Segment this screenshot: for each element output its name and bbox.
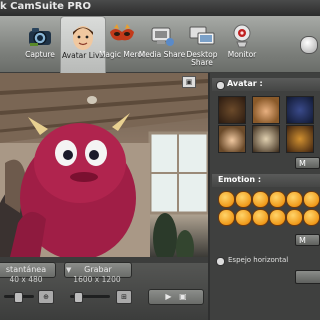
tab-capture[interactable]: Capture (18, 16, 62, 72)
emotion-icon[interactable] (269, 209, 286, 226)
fit-button[interactable]: ⊕ (38, 290, 54, 304)
title-bar: k CamSuite PRO (0, 0, 320, 16)
record-resolution: 1600 x 1200 (73, 275, 121, 284)
avatar-thumbnail[interactable] (286, 125, 314, 153)
brightness-slider-knob[interactable] (74, 292, 83, 303)
mirror-checkbox[interactable] (216, 257, 225, 266)
emotion-icon[interactable] (269, 191, 286, 208)
video-options-icon[interactable]: ▣ (182, 76, 196, 88)
avatar-grid (216, 94, 320, 156)
emotion-section-title: Emotion : (218, 175, 262, 184)
emotion-icon[interactable] (303, 191, 320, 208)
panel-action-button[interactable] (295, 270, 320, 284)
desktop-share-icon (189, 26, 215, 45)
tab-monitor-label: Monitor (227, 50, 257, 59)
webcam-monitor-icon (233, 24, 251, 48)
video-preview[interactable] (0, 73, 208, 257)
emotion-icon[interactable] (218, 191, 235, 208)
avatar-thumbnail[interactable] (252, 96, 280, 124)
emotion-icon[interactable] (218, 209, 235, 226)
avatar-radio[interactable] (216, 81, 225, 90)
playback-controls[interactable]: ▶ ▣ (148, 289, 204, 305)
main-toolbar: Capture Avatar Live Magic Meror Media Sh… (0, 16, 320, 73)
window-title: k CamSuite PRO (0, 1, 91, 12)
more-avatars-button[interactable]: M (295, 157, 320, 169)
adjust-button[interactable]: ⊞ (116, 290, 132, 304)
avatar-section-title: Avatar : (227, 79, 263, 88)
tab-monitor[interactable]: Monitor (220, 16, 264, 72)
mask-icon (110, 24, 134, 41)
record-dropdown-icon[interactable]: ▼ (66, 266, 71, 274)
avatar-thumbnail[interactable] (218, 125, 246, 153)
tab-magic-mirror[interactable]: Magic Meror (99, 16, 145, 72)
emotion-icon[interactable] (252, 209, 269, 226)
emotion-icon[interactable] (286, 209, 303, 226)
capture-controls: stantánea Grabar ▼ 40 x 480 1600 x 1200 … (0, 262, 208, 320)
camera-icon (29, 28, 51, 46)
more-emotions-button[interactable]: M (295, 234, 320, 246)
emotion-icon[interactable] (286, 191, 303, 208)
media-share-icon (151, 27, 174, 46)
emotion-icon[interactable] (235, 209, 252, 226)
emotion-icon[interactable] (252, 191, 269, 208)
settings-icon[interactable] (300, 36, 318, 54)
avatar-thumbnail[interactable] (252, 125, 280, 153)
mirror-label: Espejo horizontal (228, 256, 289, 264)
emotion-icon[interactable] (235, 191, 252, 208)
avatar-thumbnail[interactable] (286, 96, 314, 124)
avatar-thumbnail[interactable] (218, 96, 246, 124)
emotion-grid (216, 189, 320, 229)
video-frame (0, 73, 208, 257)
snapshot-resolution: 40 x 480 (9, 275, 43, 284)
zoom-slider-knob[interactable] (14, 292, 23, 303)
avatar-face-icon (73, 26, 93, 50)
emotion-icon[interactable] (303, 209, 320, 226)
tab-desktop-share[interactable]: Desktop Share (180, 16, 224, 72)
